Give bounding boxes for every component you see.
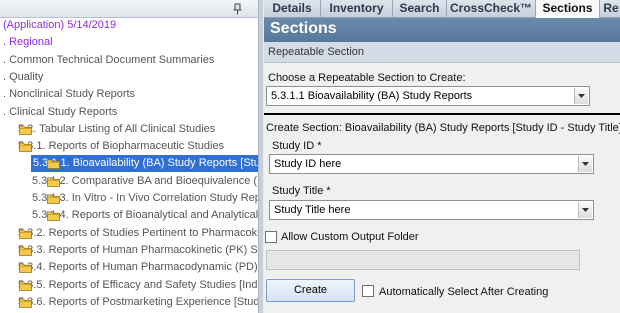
tree-item-label: . Clinical Study Reports [3,105,118,118]
study-title-value: Study Title here [274,204,351,216]
repeatable-section-label: Repeatable Section [268,46,365,58]
tree-pane-header [0,0,258,18]
study-title-field[interactable]: Study Title here [269,200,594,220]
tree-item-label: 5.3.1.3. In Vitro - In Vivo Correlation … [32,192,258,204]
tree-item-label: 5.2. Tabular Listing of All Clinical Stu… [18,122,216,135]
tree-item-selected[interactable]: 5.3.1.1. Bioavailability (BA) Study Repo… [31,155,258,173]
chevron-down-icon [578,94,585,98]
tree-item[interactable]: . Clinical Study Reports [2,104,118,121]
tree-item-label: 5.3.1. Reports of Biopharmaceutic Studie… [18,140,225,153]
dropdown-button[interactable] [578,202,592,218]
tree-item[interactable]: 5.2. Tabular Listing of All Clinical Stu… [17,121,216,138]
custom-output-folder-checkbox[interactable] [265,231,277,243]
auto-select-label: Automatically Select After Creating [379,286,549,298]
tree-item-label: 5.3.6. Reports of Postmarketing Experien… [18,295,258,308]
create-button[interactable]: Create [266,279,355,302]
study-id-value: Study ID here [274,158,342,170]
tree-item[interactable]: 5.3.1.4. Reports of Bioanalytical and An… [31,207,258,224]
tree-pane: (Application) 5/14/2019 . Regional . Commo… [0,0,258,313]
folder-icon [47,159,60,170]
tree-item-label: . Quality [3,70,44,83]
study-id-field[interactable]: Study ID here [269,154,594,174]
tree-item[interactable]: . Quality [2,69,44,86]
tree-item-label: 5.3.4. Reports of Human Pharmacodynamic … [18,261,258,274]
tree-item-label: (Application) 5/14/2019 [3,19,117,31]
folder-icon [47,211,60,222]
repeatable-section-header: Repeatable Section [264,42,620,63]
folder-icon [47,177,60,187]
folder-icon [19,298,32,308]
tree-item[interactable]: 5.3.4. Reports of Human Pharmacodynamic … [17,259,258,276]
chevron-down-icon [582,162,589,166]
folder-icon [19,229,32,239]
tree-item[interactable]: 5.3.1.2. Comparative BA and Bioequivalen… [31,173,258,190]
section-divider [264,113,620,115]
tree-item[interactable]: . Nonclinical Study Reports [2,86,136,103]
tree-item[interactable]: 5.3.1.3. In Vitro - In Vivo Correlation … [31,190,258,207]
tree-item[interactable]: 5.3.5. Reports of Efficacy and Safety St… [17,277,258,294]
tree-item-label: 5.3.1.2. Comparative BA and Bioequivalen… [32,174,258,187]
tree-item-label: 5.3.3. Reports of Human Pharmacokinetic … [18,243,258,256]
output-folder-path-input [266,250,580,270]
tree-item-label: 5.3.5. Reports of Efficacy and Safety St… [18,278,258,291]
pin-icon[interactable] [232,3,244,15]
dropdown-button[interactable] [574,88,588,104]
folder-icon [19,125,32,135]
panel-title: Sections [270,20,337,37]
tab-details[interactable]: Details [264,0,321,18]
tree-item-label: 5.3.1.4. Reports of Bioanalytical and An… [32,209,258,222]
tree-item-label: . Regional [3,36,53,49]
folder-icon [19,263,32,274]
repeatable-section-select[interactable]: 5.3.1.1 Bioavailability (BA) Study Repor… [266,86,590,106]
folder-icon [19,142,32,152]
tab-truncated[interactable]: Re [600,0,620,18]
study-id-label: Study ID * [272,140,322,152]
custom-output-folder-label: Allow Custom Output Folder [281,231,419,243]
tree-item-label: 5.3.2. Reports of Studies Pertinent to P… [18,226,258,239]
tree-item[interactable]: 5.3.2. Reports of Studies Pertinent to P… [17,225,258,242]
folder-icon [19,281,32,291]
tree-item[interactable]: (Application) 5/14/2019 [2,17,117,34]
tab-sections[interactable]: Sections [536,0,600,18]
repeatable-section-value: 5.3.1.1 Bioavailability (BA) Study Repor… [271,90,473,102]
chevron-down-icon [582,208,589,212]
tree-item[interactable]: 5.3.6. Reports of Postmarketing Experien… [17,294,258,311]
tree-item[interactable]: 5.3.3. Reports of Human Pharmacokinetic … [17,242,258,259]
create-section-label: Create Section: Bioavailability (BA) Stu… [266,122,620,134]
tab-inventory[interactable]: Inventory [321,0,393,18]
choose-section-label: Choose a Repeatable Section to Create: [268,72,466,84]
tab-search[interactable]: Search [393,0,447,18]
dropdown-button[interactable] [578,156,592,172]
sections-panel: Details Inventory Search CrossCheck™ Sec… [264,0,620,313]
folder-icon [47,194,60,204]
tree-item[interactable]: 5.3.1. Reports of Biopharmaceutic Studie… [17,138,225,155]
tree-item-label: 5.3.1.1. Bioavailability (BA) Study Repo… [31,155,258,173]
folder-icon [19,246,32,256]
tree-item[interactable]: . Regional [2,34,54,51]
tree-item-label: . Nonclinical Study Reports [3,88,136,101]
tab-crosscheck[interactable]: CrossCheck™ [447,0,536,18]
study-title-label: Study Title * [272,185,331,197]
tab-bar: Details Inventory Search CrossCheck™ Sec… [264,0,620,18]
panel-header: Sections [264,18,620,42]
tree-item-label: . Common Technical Document Summaries [3,53,215,66]
auto-select-checkbox[interactable] [362,285,374,297]
tree-item[interactable]: . Common Technical Document Summaries [2,52,215,69]
